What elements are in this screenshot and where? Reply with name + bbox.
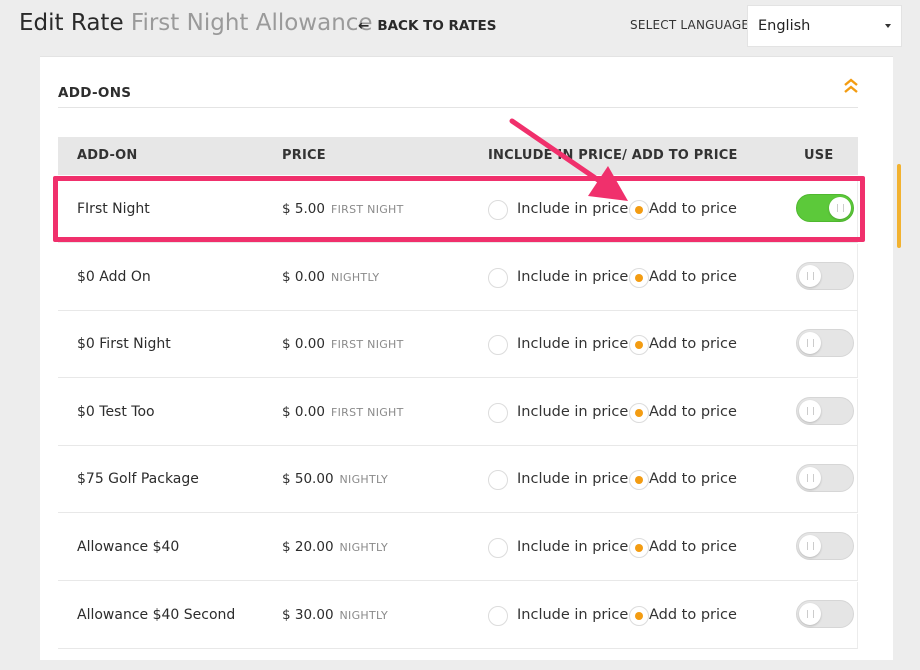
include-in-price-radio[interactable] bbox=[488, 538, 508, 558]
toggle-knob bbox=[799, 535, 821, 557]
toggle-knob bbox=[799, 602, 821, 625]
language-label: SELECT LANGUAGE bbox=[630, 18, 750, 32]
use-toggle[interactable] bbox=[796, 532, 854, 560]
include-in-price-label[interactable]: Include in price bbox=[517, 514, 628, 581]
add-to-price-label[interactable]: Add to price bbox=[649, 379, 737, 446]
add-on-price: $ 20.00 NIGHTLY bbox=[282, 514, 388, 581]
add-on-price: $ 30.00 NIGHTLY bbox=[282, 582, 388, 649]
use-toggle[interactable] bbox=[796, 261, 854, 290]
add-to-price-radio[interactable] bbox=[629, 470, 649, 491]
double-chevron-up-icon[interactable] bbox=[843, 77, 859, 95]
table-row: Allowance $40 $ 20.00 NIGHTLY Include in pr… bbox=[58, 514, 858, 581]
add-on-name: Allowance $40 bbox=[77, 539, 180, 555]
top-bar: Edit Rate First Night Allowance ← BACK TO… bbox=[0, 0, 920, 56]
add-to-price-radio[interactable] bbox=[629, 538, 649, 558]
price-frequency: NIGHTLY bbox=[339, 541, 389, 554]
add-on-price: $ 0.00 FIRST NIGHT bbox=[282, 379, 404, 446]
include-in-price-radio[interactable] bbox=[488, 335, 508, 356]
section-title: ADD-ONS bbox=[58, 85, 132, 101]
add-to-price-radio[interactable] bbox=[629, 200, 649, 220]
add-on-name: $75 Golf Package bbox=[77, 471, 199, 488]
price-frequency: FIRST NIGHT bbox=[330, 338, 404, 352]
table-row: Allowance $40 Second $ 30.00 NIGHTLY Includ… bbox=[58, 581, 858, 649]
table-row: $75 Golf Package $ 50.00 NIGHTLY Include in… bbox=[58, 446, 858, 514]
price-frequency: NIGHTLY bbox=[339, 608, 389, 622]
add-on-name: $0 Add On bbox=[77, 268, 151, 285]
page-subtitle: First Night Allowance bbox=[130, 10, 373, 36]
use-toggle[interactable] bbox=[796, 194, 854, 222]
include-in-price-label[interactable]: Include in price bbox=[517, 379, 628, 446]
add-to-price-label[interactable]: Add to price bbox=[649, 244, 737, 311]
add-on-price: $ 0.00 NIGHTLY bbox=[282, 244, 379, 311]
add-to-price-label[interactable]: Add to price bbox=[649, 514, 737, 581]
add-to-price-radio[interactable] bbox=[629, 605, 649, 626]
add-on-price: $ 0.00 FIRST NIGHT bbox=[282, 311, 404, 378]
price-value: $ 5.00 bbox=[282, 201, 325, 217]
language-select-value: English bbox=[758, 18, 811, 34]
include-in-price-radio[interactable] bbox=[488, 267, 508, 288]
back-to-rates-link[interactable]: ← BACK TO RATES bbox=[358, 18, 496, 34]
price-value: $ 0.00 bbox=[282, 403, 325, 420]
price-frequency: FIRST NIGHT bbox=[330, 203, 404, 216]
table-row: $0 Test Too $ 0.00 FIRST NIGHT Include in p… bbox=[58, 378, 858, 446]
add-to-price-label[interactable]: Add to price bbox=[649, 311, 737, 378]
toggle-knob bbox=[799, 399, 821, 422]
include-in-price-label[interactable]: Include in price bbox=[517, 582, 628, 649]
arrow-left-icon: ← bbox=[358, 18, 370, 34]
include-in-price-label[interactable]: Include in price bbox=[517, 176, 628, 243]
add-on-name: Allowance $40 Second bbox=[77, 606, 236, 623]
add-on-name: $0 First Night bbox=[77, 336, 171, 353]
section-divider bbox=[58, 107, 858, 108]
include-in-price-label[interactable]: Include in price bbox=[517, 244, 628, 311]
price-frequency: NIGHTLY bbox=[330, 270, 380, 284]
page-title-main: Edit Rate bbox=[19, 10, 124, 36]
add-on-name: FIrst Night bbox=[77, 201, 150, 217]
column-header-price: PRICE bbox=[282, 148, 326, 163]
add-to-price-label[interactable]: Add to price bbox=[649, 582, 737, 649]
use-toggle[interactable] bbox=[796, 396, 854, 425]
use-toggle[interactable] bbox=[796, 329, 854, 358]
add-to-price-label[interactable]: Add to price bbox=[649, 176, 737, 243]
add-on-price: $ 50.00 NIGHTLY bbox=[282, 446, 388, 513]
include-in-price-radio[interactable] bbox=[488, 470, 508, 491]
add-ons-panel: ADD-ONS ADD-ON PRICE INCLUDE IN PRICE/ A… bbox=[40, 56, 893, 660]
use-toggle[interactable] bbox=[796, 464, 854, 493]
include-in-price-label[interactable]: Include in price bbox=[517, 311, 628, 378]
toggle-knob bbox=[829, 197, 851, 219]
table-header: ADD-ON PRICE INCLUDE IN PRICE/ ADD TO PR… bbox=[58, 137, 858, 175]
price-value: $ 0.00 bbox=[282, 268, 325, 285]
add-on-price: $ 5.00 FIRST NIGHT bbox=[282, 176, 404, 243]
caret-down-icon bbox=[885, 24, 891, 28]
toggle-knob bbox=[799, 264, 821, 287]
page-title: Edit Rate First Night Allowance bbox=[19, 10, 373, 36]
column-header-use: USE bbox=[804, 148, 834, 163]
add-to-price-label[interactable]: Add to price bbox=[649, 446, 737, 513]
add-to-price-radio[interactable] bbox=[629, 335, 649, 356]
price-value: $ 50.00 bbox=[282, 471, 334, 488]
table-row: FIrst Night $ 5.00 FIRST NIGHT Include in p… bbox=[58, 176, 858, 243]
include-in-price-radio[interactable] bbox=[488, 200, 508, 220]
price-value: $ 30.00 bbox=[282, 606, 334, 623]
price-frequency: NIGHTLY bbox=[339, 473, 389, 487]
include-in-price-radio[interactable] bbox=[488, 402, 508, 423]
price-value: $ 0.00 bbox=[282, 336, 325, 353]
back-to-rates-label: BACK TO RATES bbox=[377, 18, 497, 34]
table-row: $0 First Night $ 0.00 FIRST NIGHT Include i… bbox=[58, 311, 858, 379]
language-select[interactable]: English bbox=[747, 5, 902, 47]
add-to-price-radio[interactable] bbox=[629, 402, 649, 423]
scrollbar-thumb[interactable] bbox=[897, 164, 901, 248]
toggle-knob bbox=[799, 467, 821, 490]
add-to-price-radio[interactable] bbox=[629, 267, 649, 288]
column-header-include-add: INCLUDE IN PRICE/ ADD TO PRICE bbox=[488, 148, 738, 163]
price-frequency: FIRST NIGHT bbox=[330, 405, 404, 419]
use-toggle[interactable] bbox=[796, 599, 854, 628]
column-header-add-on: ADD-ON bbox=[77, 148, 138, 163]
include-in-price-label[interactable]: Include in price bbox=[517, 446, 628, 513]
include-in-price-radio[interactable] bbox=[488, 605, 508, 626]
add-on-name: $0 Test Too bbox=[77, 403, 155, 420]
price-value: $ 20.00 bbox=[282, 539, 334, 555]
toggle-knob bbox=[799, 332, 821, 355]
table-row: $0 Add On $ 0.00 NIGHTLY Include in price Ad… bbox=[58, 243, 858, 311]
